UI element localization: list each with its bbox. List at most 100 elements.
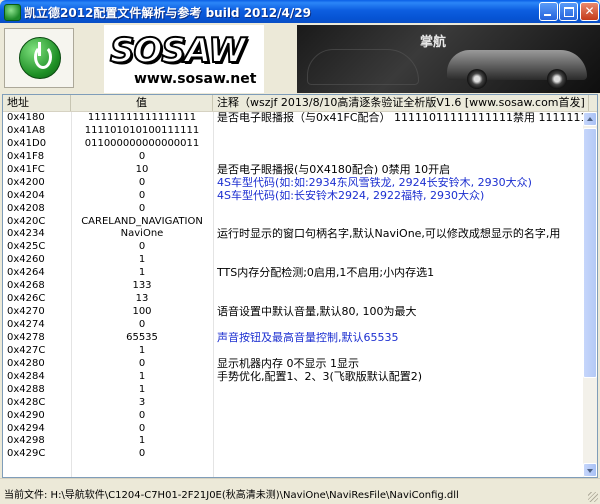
header-banner: SOSAW www.sosaw.net 掌航 — [0, 23, 600, 94]
cell-address: 0x426C — [7, 293, 46, 305]
cell-value: 1 — [138, 254, 146, 266]
table-row[interactable]: 0x4288 1 — [3, 384, 583, 397]
title-bar[interactable]: 凯立德2012配置文件解析与参考 build 2012/4/29 ✕ — [0, 0, 600, 23]
cell-value: 0 — [138, 241, 146, 253]
cell-note: 语音设置中默认音量,默认80, 100为最大 — [217, 306, 417, 319]
cell-address: 0x4298 — [7, 435, 45, 447]
sosaw-logo-text: SOSAW — [109, 30, 247, 72]
maximize-button[interactable] — [559, 2, 578, 21]
table-row[interactable]: 0x4208 0 — [3, 203, 583, 216]
cell-value: 1 — [138, 344, 146, 356]
close-icon: ✕ — [584, 4, 595, 18]
table-row[interactable]: 0x4180 11111111111111111 是否电子眼播报（与0x41FC配合… — [3, 112, 583, 125]
cell-address: 0x4290 — [7, 409, 45, 421]
table-row[interactable]: 0x4264 1 TTS内存分配检测;0启用,1不启用;小内存选1 — [3, 267, 583, 280]
table-row[interactable]: 0x426C 13 — [3, 293, 583, 306]
cell-note: 4S车型代码(如:如:2934东风雪铁龙, 2924长安铃木, 2930大众) — [217, 176, 532, 189]
cell-address: 0x4268 — [7, 280, 45, 292]
table-row[interactable]: 0x4278 65535 声音按钮及最高音量控制,默认65535 — [3, 332, 583, 345]
table-row[interactable]: 0x4298 1 — [3, 435, 583, 448]
cell-address: 0x4200 — [7, 176, 45, 188]
table-row[interactable]: 0x4284 1 手势优化,配置1、2、3(飞歌版默认配置2) — [3, 371, 583, 384]
table-row[interactable]: 0x41D0 011000000000000011 — [3, 138, 583, 151]
table-row[interactable]: 0x4294 0 — [3, 423, 583, 436]
cell-value: 0 — [138, 176, 146, 188]
car-banner-image: 掌航 — [297, 25, 600, 93]
sosaw-logo[interactable]: SOSAW www.sosaw.net — [104, 25, 264, 93]
cell-note: 显示机器内存 0不显示 1显示 — [217, 357, 359, 370]
cell-value: 3 — [138, 396, 146, 408]
cell-value: NaviOne — [120, 228, 164, 240]
table-row[interactable]: 0x4274 0 — [3, 319, 583, 332]
cell-address: 0x420C — [7, 215, 46, 227]
cell-address: 0x41A8 — [7, 124, 46, 136]
cell-value: 13 — [135, 293, 149, 305]
table-row[interactable]: 0x4268 133 — [3, 280, 583, 293]
cell-note: 是否电子眼播报(与0X4180配合) 0禁用 10开启 — [217, 163, 451, 176]
power-button[interactable] — [4, 28, 74, 88]
scroll-down-button[interactable] — [583, 463, 597, 477]
current-file-path: 当前文件: H:\导航软件\C1204-C7H01-2F21J0E(秋高清未测)… — [4, 490, 459, 501]
list-rows: 0x4180 11111111111111111 是否电子眼播报（与0x41FC配合… — [3, 112, 583, 474]
table-row[interactable]: 0x429C 0 — [3, 448, 583, 461]
scroll-thumb[interactable] — [583, 128, 597, 378]
cell-value: 0 — [138, 409, 146, 421]
table-row[interactable]: 0x428C 3 — [3, 397, 583, 410]
table-row[interactable]: 0x4234 NaviOne 运行时显示的窗口句柄名字,默认NaviOne,可以修改… — [3, 228, 583, 241]
cell-value: 1 — [138, 370, 146, 382]
cell-note: 是否电子眼播报（与0x41FC配合） 11111011111111111禁用 1… — [217, 112, 583, 124]
status-bar: 当前文件: H:\导航软件\C1204-C7H01-2F21J0E(秋高清未测)… — [0, 478, 600, 504]
close-button[interactable]: ✕ — [580, 2, 599, 21]
table-row[interactable]: 0x427C 1 — [3, 345, 583, 358]
minimize-icon — [544, 14, 551, 16]
cell-value: 0 — [138, 319, 146, 330]
arrow-up-icon — [587, 117, 593, 121]
cell-address: 0x4278 — [7, 331, 45, 343]
arrow-down-icon — [587, 469, 593, 473]
cell-note: TTS内存分配检测;0启用,1不启用;小内存选1 — [217, 267, 435, 280]
table-row[interactable]: 0x41FC 10 是否电子眼播报(与0X4180配合) 0禁用 10开启 — [3, 164, 583, 177]
table-row[interactable] — [3, 461, 583, 474]
cell-value: 011000000000000011 — [84, 137, 200, 149]
table-row[interactable]: 0x41A8 111101010100111111 — [3, 125, 583, 138]
scroll-up-button[interactable] — [583, 112, 597, 126]
cell-address: 0x4280 — [7, 357, 45, 369]
cell-address: 0x428C — [7, 396, 46, 408]
column-header-value[interactable]: 值 — [71, 95, 213, 111]
cell-address: 0x4284 — [7, 370, 45, 382]
cell-value: CARELAND_NAVIGATION — [81, 215, 203, 227]
minimize-button[interactable] — [539, 2, 558, 21]
cell-value: 1 — [138, 435, 146, 447]
table-row[interactable]: 0x4260 1 — [3, 254, 583, 267]
cell-value: 11111111111111111 — [87, 112, 197, 123]
table-row[interactable]: 0x41F8 0 — [3, 151, 583, 164]
resize-grip-icon[interactable] — [588, 492, 598, 502]
cell-value: 0 — [138, 189, 146, 201]
cell-address: 0x4180 — [7, 112, 45, 123]
list-header: 地址 值 注释（wszjf 2013/8/10高清逐条验证全析版V1.6 [ww… — [3, 95, 597, 112]
table-row[interactable]: 0x4270 100 语音设置中默认音量,默认80, 100为最大 — [3, 306, 583, 319]
table-row[interactable]: 0x4290 0 — [3, 410, 583, 423]
config-list[interactable]: 地址 值 注释（wszjf 2013/8/10高清逐条验证全析版V1.6 [ww… — [2, 94, 598, 478]
maximize-icon — [564, 7, 574, 17]
cell-value: 0 — [138, 357, 146, 369]
table-row[interactable]: 0x4280 0 显示机器内存 0不显示 1显示 — [3, 358, 583, 371]
cell-value: 133 — [132, 280, 152, 292]
cell-address: 0x4288 — [7, 383, 45, 395]
cell-value: 1 — [138, 267, 146, 279]
table-row[interactable]: 0x420C CARELAND_NAVIGATION — [3, 216, 583, 229]
column-header-address[interactable]: 地址 — [3, 95, 71, 111]
cell-address: 0x425C — [7, 241, 46, 253]
vertical-scrollbar[interactable] — [583, 112, 597, 477]
cell-value: 1 — [138, 383, 146, 395]
column-header-note[interactable]: 注释（wszjf 2013/8/10高清逐条验证全析版V1.6 [www.sos… — [213, 95, 589, 111]
cell-address: 0x41F8 — [7, 150, 45, 162]
cell-address: 0x427C — [7, 344, 46, 356]
cell-value: 111101010100111111 — [84, 124, 200, 136]
cell-value: 10 — [135, 163, 149, 175]
table-row[interactable]: 0x425C 0 — [3, 241, 583, 254]
cell-value: 0 — [138, 150, 146, 162]
table-row[interactable]: 0x4204 0 4S车型代码(如:长安铃木2924, 2922福特, 2930大众… — [3, 190, 583, 203]
table-row[interactable]: 0x4200 0 4S车型代码(如:如:2934东风雪铁龙, 2924长安铃木, 2… — [3, 177, 583, 190]
app-icon[interactable] — [4, 4, 21, 21]
